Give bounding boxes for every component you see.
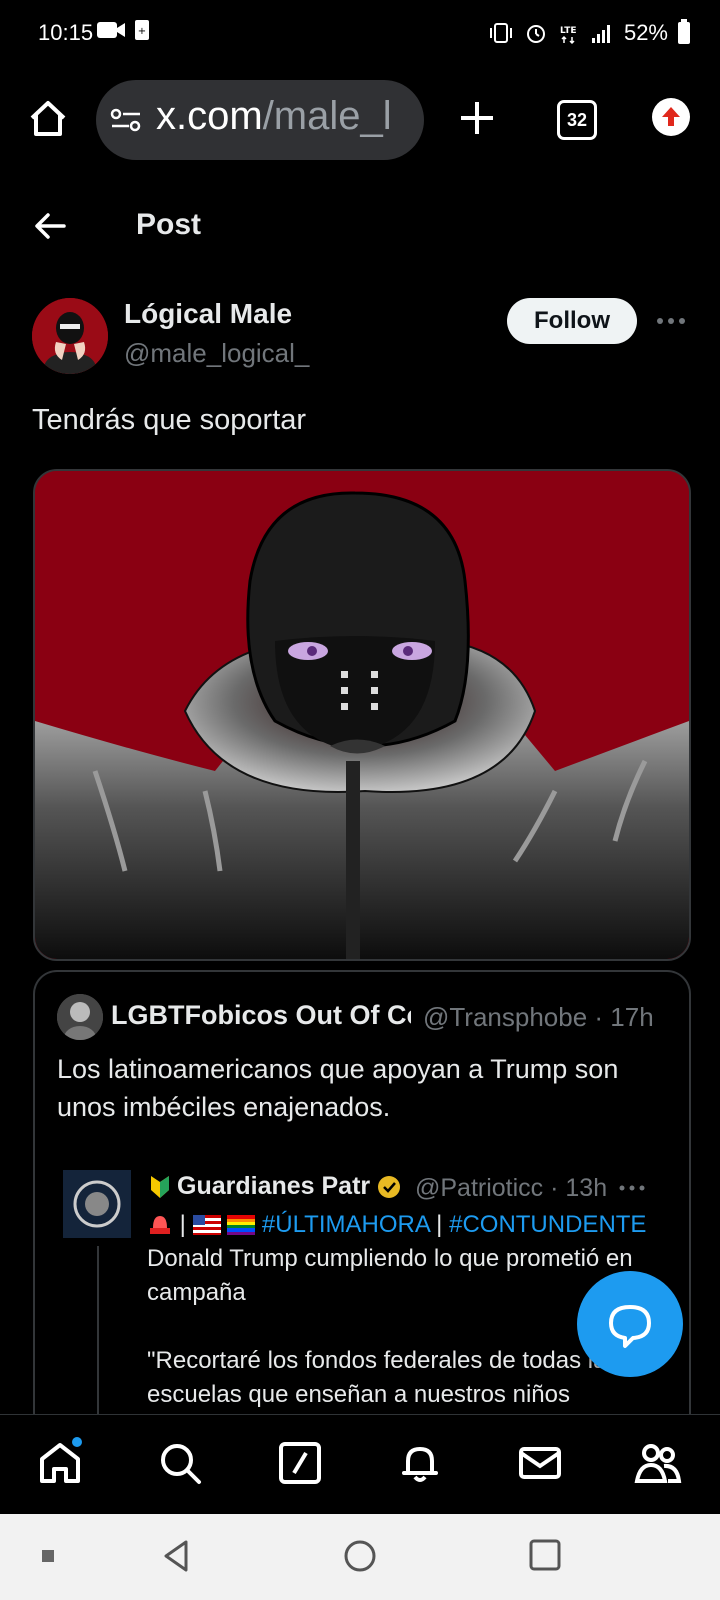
vibrate-icon: [489, 23, 512, 43]
sim-icon: +: [135, 20, 149, 40]
verified-badge-icon: [378, 1175, 401, 1198]
nested-author-handle: @Patrioticc · 13h: [415, 1174, 608, 1202]
battery-percent: 52%: [623, 20, 668, 45]
notifications-icon[interactable]: [396, 1439, 444, 1487]
update-arrow-icon: [662, 107, 680, 126]
emblem-icon: [63, 1170, 131, 1238]
post-text: Tendrás que soportar: [32, 404, 307, 436]
url-text: x.com/male_l: [156, 94, 392, 138]
tab-switcher-button[interactable]: 32: [557, 100, 597, 140]
compose-fab[interactable]: [577, 1271, 683, 1377]
beginner-shield-icon: [151, 1175, 169, 1198]
follow-button[interactable]: Follow: [507, 298, 637, 344]
status-bar: 10:15 + LTE 52%: [0, 0, 720, 64]
home-notification-dot: [72, 1437, 82, 1447]
bottom-navigation: [0, 1414, 720, 1511]
author-name[interactable]: Lógical Male: [124, 298, 292, 330]
hooded-figure-illustration: [35, 471, 689, 959]
nested-more-icon[interactable]: [617, 1178, 647, 1198]
thread-line: [97, 1246, 99, 1432]
grok-icon[interactable]: [276, 1439, 324, 1487]
hashtag-separator: |: [429, 1211, 450, 1238]
url-bar[interactable]: x.com/male_l: [96, 80, 424, 160]
avatar-illustration: [32, 298, 108, 374]
update-button[interactable]: [652, 98, 690, 136]
author-avatar[interactable]: [32, 298, 108, 374]
alarm-icon: [526, 25, 545, 43]
sys-recents-icon[interactable]: [528, 1538, 562, 1572]
author-handle[interactable]: @male_logical_: [124, 338, 309, 369]
svg-text:LTE: LTE: [560, 26, 577, 36]
page-title: Post: [136, 208, 202, 241]
us-flag-icon: [192, 1215, 221, 1235]
search-icon[interactable]: [156, 1439, 204, 1487]
quoted-author-name[interactable]: LGBTFobicos Out Of Co: [111, 1000, 411, 1031]
chat-bubble-icon: [609, 1305, 651, 1348]
rainbow-flag-icon: [227, 1215, 256, 1235]
post-image[interactable]: [33, 469, 691, 961]
quoted-author-handle: @Transphobe · 17h: [423, 1002, 654, 1032]
hashtag-ultimahora[interactable]: #ÚLTIMAHORA: [262, 1211, 430, 1238]
communities-icon[interactable]: [634, 1439, 682, 1487]
sys-small-square-icon: [42, 1550, 54, 1562]
quoted-author-avatar[interactable]: [57, 994, 103, 1040]
more-options-icon[interactable]: [654, 306, 688, 336]
sys-home-icon[interactable]: [342, 1538, 378, 1574]
hashtag-contundente[interactable]: #CONTUNDENTE: [449, 1211, 646, 1238]
signal-icon: [591, 25, 610, 43]
pipe-separator: |: [179, 1211, 186, 1238]
video-record-icon: [97, 22, 125, 38]
new-tab-icon[interactable]: [455, 96, 499, 140]
post-header: Post: [0, 186, 720, 266]
site-settings-icon[interactable]: [110, 106, 142, 134]
nested-body-text: Donald Trump cumpliendo lo que prometió …: [147, 1245, 633, 1306]
browser-toolbar: x.com/male_l 32: [0, 78, 720, 162]
home-icon[interactable]: [26, 96, 70, 140]
lte-icon: LTE: [560, 26, 577, 45]
messages-icon[interactable]: [516, 1439, 564, 1487]
back-arrow-icon[interactable]: [30, 206, 70, 246]
sys-back-icon[interactable]: [160, 1538, 192, 1574]
quoted-avatar-image: [57, 994, 103, 1040]
status-time: 10:15: [38, 20, 94, 45]
siren-icon: [150, 1216, 170, 1234]
quoted-text: Los latinoamericanos que apoyan a Trump …: [57, 1054, 619, 1122]
battery-icon: [678, 19, 690, 44]
system-navigation-bar: [0, 1514, 720, 1600]
svg-text:+: +: [138, 26, 146, 37]
nested-author-avatar[interactable]: [63, 1170, 131, 1238]
nested-author-name: Guardianes Patr: [177, 1172, 371, 1200]
nested-author-row[interactable]: Guardianes Patr: [149, 1172, 402, 1201]
